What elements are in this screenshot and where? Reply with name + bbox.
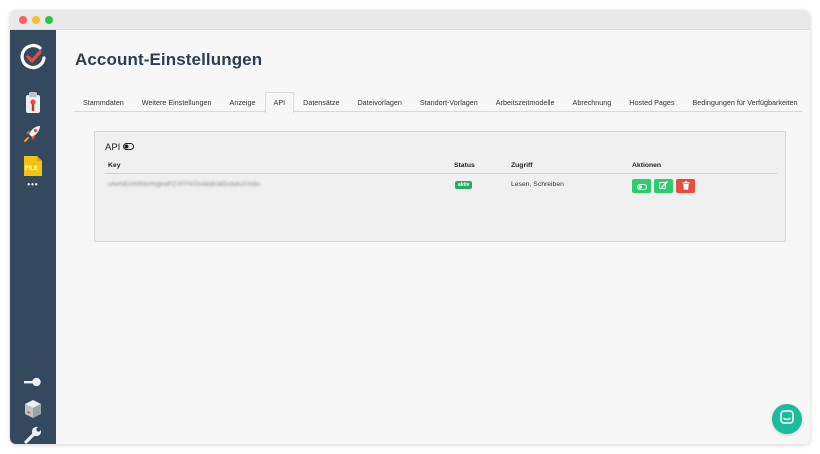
file-icon-label: FILE — [25, 166, 38, 172]
column-header-actions: Aktionen — [632, 162, 662, 169]
settings-tabs: Stammdaten Weitere Einstellungen Anzeige… — [74, 92, 802, 113]
tab-standort-vorlagen[interactable]: Standort-Vorlagen — [411, 92, 487, 112]
api-panel: API Key Status Zugriff Aktionen uheNEHHR… — [94, 131, 786, 242]
api-table-header: Key Status Zugriff Aktionen — [105, 160, 777, 174]
file-icon: FILE — [23, 155, 43, 177]
maximize-window-button[interactable] — [45, 16, 53, 24]
sidebar-item-key[interactable] — [10, 374, 56, 394]
api-key-value: uheNEHHRbnNgbaPZXFFKOxWdKMDcbdsXXlibi — [108, 181, 260, 188]
tab-dateivorlagen[interactable]: Dateivorlagen — [348, 92, 410, 112]
clock-check-icon — [18, 42, 48, 77]
delete-key-button[interactable] — [676, 179, 695, 193]
table-row: uheNEHHRbnNgbaPZXFFKOxWdKMDcbdsXXlibi ak… — [105, 176, 777, 196]
column-header-access: Zugriff — [511, 162, 533, 169]
page-title: Account-Einstellungen — [75, 50, 263, 69]
sidebar-logo[interactable] — [10, 42, 56, 76]
tab-bedingungen[interactable]: Bedingungen für Verfügbarkeiten — [683, 92, 806, 112]
status-badge: aktiv — [455, 181, 473, 189]
more-icon: ••• — [27, 179, 39, 189]
app-window: FILE ••• Account-Einstellungen Stammdate… — [10, 10, 810, 444]
access-value: Lesen, Schreiben — [511, 181, 564, 188]
wrench-icon — [23, 425, 43, 445]
rocket-icon — [23, 123, 43, 148]
api-panel-title: API — [105, 142, 135, 153]
tab-weitere-einstellungen[interactable]: Weitere Einstellungen — [133, 92, 221, 112]
sidebar-item-rocket[interactable] — [10, 123, 56, 147]
tab-arbeitszeitmodelle[interactable]: Arbeitszeitmodelle — [487, 92, 564, 112]
api-panel-title-text: API — [105, 142, 121, 153]
trash-icon — [682, 177, 690, 195]
close-window-button[interactable] — [19, 16, 27, 24]
toggle-icon — [636, 177, 647, 195]
tab-api[interactable]: API — [264, 92, 295, 113]
sidebar-item-more[interactable]: ••• — [10, 178, 56, 190]
tab-hosted-pages[interactable]: Hosted Pages — [620, 92, 683, 112]
window-titlebar — [10, 10, 810, 30]
toggle-key-button[interactable] — [632, 179, 651, 193]
column-header-key: Key — [108, 162, 121, 169]
chat-button[interactable] — [772, 404, 802, 434]
sidebar-item-box[interactable] — [10, 398, 56, 424]
sidebar: FILE ••• — [10, 30, 56, 444]
box-icon — [24, 399, 42, 424]
sidebar-item-settings[interactable] — [10, 426, 56, 444]
sidebar-item-badge[interactable] — [10, 91, 56, 119]
tab-abrechnung[interactable]: Abrechnung — [564, 92, 621, 112]
badge-icon — [25, 91, 41, 119]
column-header-status: Status — [454, 162, 475, 169]
key-icon — [23, 375, 43, 394]
main-content: Account-Einstellungen Stammdaten Weitere… — [56, 30, 810, 444]
edit-key-button[interactable] — [654, 179, 673, 193]
tab-stammdaten[interactable]: Stammdaten — [74, 92, 133, 112]
chat-icon — [780, 409, 794, 429]
toggle-icon — [123, 142, 135, 153]
sidebar-item-file[interactable]: FILE — [10, 154, 56, 178]
tab-datensaetze[interactable]: Datensätze — [294, 92, 348, 112]
edit-icon — [659, 177, 668, 195]
minimize-window-button[interactable] — [32, 16, 40, 24]
tab-anzeige[interactable]: Anzeige — [221, 92, 265, 112]
